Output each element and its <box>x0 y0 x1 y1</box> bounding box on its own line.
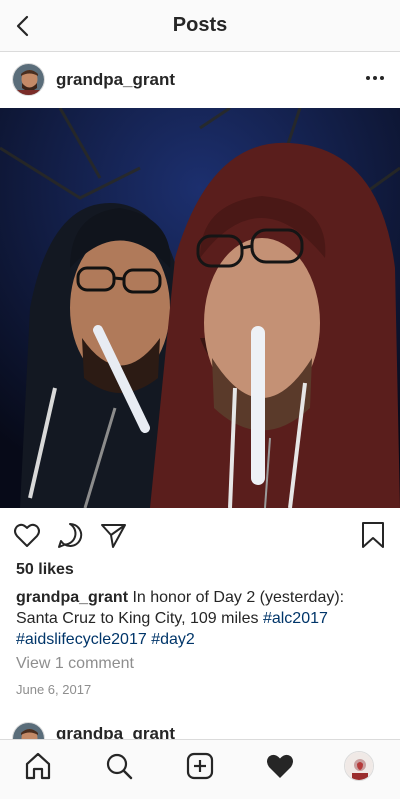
bottom-tab-bar <box>0 739 400 799</box>
top-navigation-bar: Posts <box>0 0 400 52</box>
post-username[interactable]: grandpa_grant <box>56 70 175 90</box>
avatar[interactable] <box>12 63 45 96</box>
hashtag-link[interactable]: #aidslifecycle2017 <box>16 631 147 648</box>
activity-heart-icon[interactable] <box>264 750 296 782</box>
home-icon[interactable] <box>22 750 54 782</box>
post-action-bar <box>0 512 400 558</box>
post-photo[interactable] <box>0 108 400 508</box>
profile-avatar[interactable] <box>344 751 374 781</box>
post-caption: grandpa_grant In honor of Day 2 (yesterd… <box>16 587 386 650</box>
bookmark-icon[interactable] <box>358 520 388 550</box>
view-comments-link[interactable]: View 1 comment <box>16 655 134 673</box>
comment-icon[interactable] <box>55 520 85 550</box>
post-date: June 6, 2017 <box>16 682 92 697</box>
caption-username[interactable]: grandpa_grant <box>16 589 128 606</box>
hashtag-link[interactable]: #alc2017 <box>263 610 328 627</box>
hashtag-link[interactable]: #day2 <box>151 631 195 648</box>
like-heart-icon[interactable] <box>12 520 42 550</box>
add-post-icon[interactable] <box>184 750 216 782</box>
page-title: Posts <box>172 14 228 36</box>
share-icon[interactable] <box>98 520 128 550</box>
likes-count[interactable]: 50 likes <box>16 561 74 579</box>
more-options-icon[interactable] <box>364 70 386 86</box>
search-icon[interactable] <box>103 750 135 782</box>
post-header: grandpa_grant <box>0 52 400 108</box>
